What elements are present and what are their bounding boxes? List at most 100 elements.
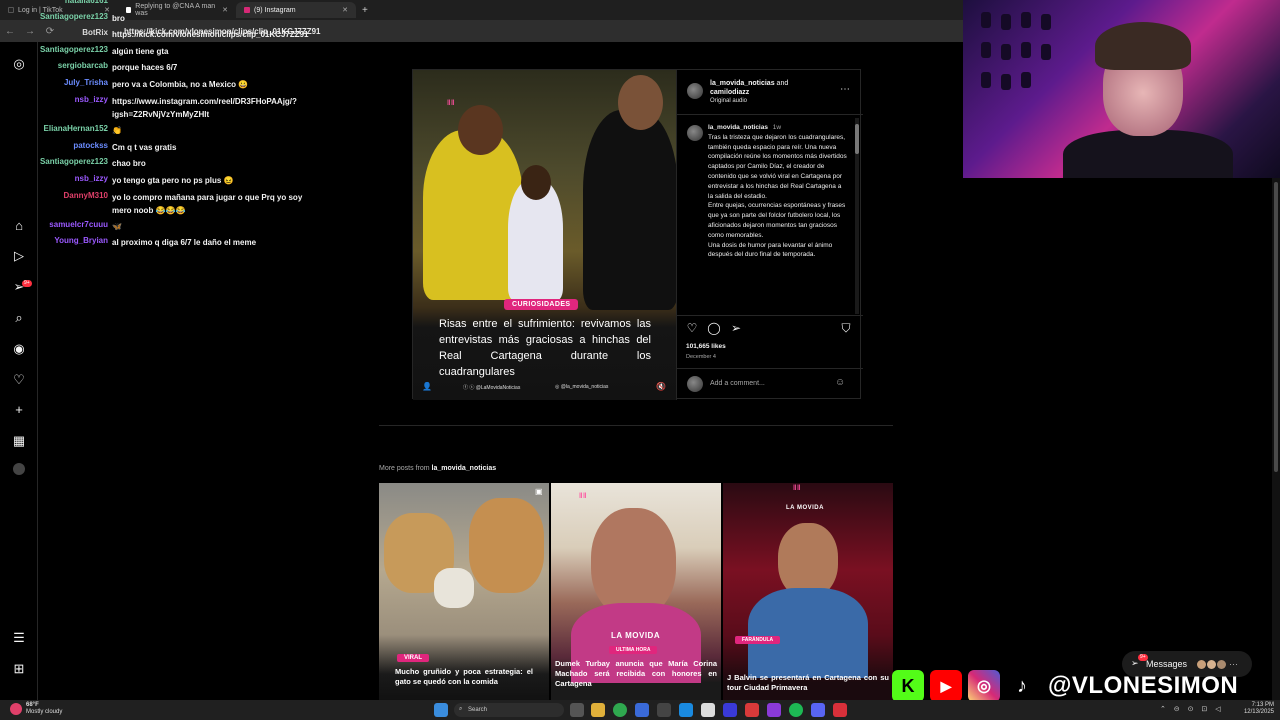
chat-username[interactable]: nsb_izzy (0, 95, 108, 121)
create-icon[interactable]: + (11, 402, 27, 418)
app-icon-5[interactable] (723, 703, 737, 717)
close-tab-icon[interactable]: ✕ (222, 6, 228, 14)
reels-icon[interactable]: ▷ (11, 248, 27, 264)
notifications-heart-icon[interactable]: ♡ (11, 372, 27, 388)
chat-text: chao bro (112, 159, 146, 168)
post-actions: ♡ ◯ ➢ ⛉ 101,665 likes December 4 (677, 315, 863, 365)
tile-brand: LA MOVIDA (786, 505, 824, 511)
chat-username[interactable]: Young_Bryian (0, 236, 108, 249)
tile-caption: J Balvin se presentará en Cartagena con … (727, 673, 889, 692)
audio-label[interactable]: Original audio (710, 98, 747, 104)
windows-taskbar: 68°F Mostly cloudy ⌕ Search ⌃ ⊝ ⊙ ⊡ ◁ 7:… (0, 700, 1280, 720)
save-icon[interactable]: ⛉ (839, 321, 853, 335)
spotify-icon[interactable] (789, 703, 803, 717)
chat-text: al proximo q diga 6/7 le daño el meme (112, 238, 257, 247)
chat-message: BotRix https://kick.com/vlonesimon/clips/… (0, 28, 308, 41)
caption-avatar[interactable] (687, 125, 703, 141)
taskbar-search[interactable]: ⌕ Search (454, 703, 564, 717)
system-tray-icons[interactable]: ⌃ ⊝ ⊙ ⊡ ◁ (1160, 705, 1224, 713)
task-view-icon[interactable] (570, 703, 584, 717)
chat-username[interactable]: sergiobarcab (0, 61, 108, 74)
page-scroll-thumb[interactable] (1274, 182, 1278, 472)
la-movida-logo-icon: ǁǁ (579, 493, 587, 500)
fan-head (458, 105, 503, 155)
caption-scroll-thumb[interactable] (855, 124, 859, 154)
reel-video[interactable]: ǁǁ CURIOSIDADES Risas entre el sufrimien… (413, 70, 676, 400)
category-tag: CURIOSIDADES (504, 299, 579, 310)
mute-icon[interactable]: 🔇 (656, 382, 666, 392)
discord-icon[interactable] (811, 703, 825, 717)
chat-username[interactable]: BotRix (0, 28, 108, 41)
browser-tab-strip: Log in | TikTok ✕ Replying to @CNA A man… (0, 0, 963, 20)
app-icon-8[interactable] (833, 703, 847, 717)
chrome-icon[interactable] (613, 703, 627, 717)
chat-username[interactable]: July_Trisha (0, 78, 108, 91)
more-post-tile[interactable]: ǁǁ LA MOVIDA FARÁNDULA J Balvin se prese… (723, 483, 893, 700)
interviewer (583, 110, 676, 310)
singer-shirt (748, 588, 868, 678)
like-count[interactable]: 101,665 likes (686, 343, 726, 350)
search-icon[interactable]: ⌕ (11, 310, 27, 326)
chat-username[interactable]: DannyM310 (0, 191, 108, 217)
instagram-favicon-icon (244, 7, 250, 13)
caption-author[interactable]: la_movida_noticias (708, 124, 768, 131)
comment-icon[interactable]: ◯ (707, 321, 721, 335)
app-icon-6[interactable] (745, 703, 759, 717)
tab-x-reply[interactable]: Replying to @CNA A man was ✕ (118, 2, 236, 18)
more-posts-account[interactable]: la_movida_noticias (432, 465, 497, 472)
webcam-feed (963, 0, 1280, 178)
weather-widget[interactable]: 68°F Mostly cloudy (26, 702, 62, 716)
more-post-tile[interactable]: ▣ VIRAL Mucho gruñido y poca estrategia:… (379, 483, 549, 700)
search-icon: ⌕ (459, 706, 463, 712)
chat-username[interactable]: Santiagoperez123 (0, 157, 108, 170)
app-icon-2[interactable] (657, 703, 671, 717)
profile-avatar[interactable] (13, 463, 25, 475)
chat-message: nsb_izzy https://www.instagram.com/reel/D… (0, 95, 312, 121)
caption-scrollbar[interactable] (855, 118, 859, 314)
author-name[interactable]: la_movida_noticias (710, 80, 775, 87)
more-menu-icon[interactable]: ☰ (11, 630, 27, 646)
emoji-icon[interactable]: ☺ (835, 377, 845, 388)
chat-message: natalia6161 (0, 0, 112, 5)
instagram-handle: ◎ @la_movida_noticias (555, 384, 609, 390)
wall-display (981, 12, 1071, 112)
app-icon-7[interactable] (767, 703, 781, 717)
coauthor-name[interactable]: camilodiazz (710, 89, 749, 96)
app-icon-4[interactable] (701, 703, 715, 717)
chat-message: Santiagoperez123 bro (0, 12, 125, 25)
app-icon-1[interactable] (635, 703, 649, 717)
explore-icon[interactable]: ◉ (11, 341, 27, 357)
chat-username[interactable]: Santiagoperez123 (0, 45, 108, 58)
close-tab-icon[interactable]: ✕ (342, 6, 348, 14)
author-avatar[interactable] (687, 83, 703, 99)
chat-message: nsb_izzy yo tengo gta pero no ps plus 😖 (0, 174, 234, 187)
chat-text: pero va a Colombia, no a Mexico 😀 (112, 80, 249, 89)
new-tab-icon[interactable]: + (362, 5, 368, 16)
la-movida-logo-icon: ǁǁ (447, 100, 455, 107)
comment-input[interactable]: Add a comment... (710, 380, 765, 387)
caption-paragraph-1: Tras la tristeza que dejaron los cuadran… (708, 133, 847, 200)
tagged-users-icon[interactable]: 👤 (422, 382, 432, 392)
facebook-handle: ⓕ ⓣ @LaMovidaNoticias (463, 385, 521, 391)
more-icon: ⋯ (1229, 658, 1239, 669)
app-icon-3[interactable] (679, 703, 693, 717)
start-windows-icon[interactable] (434, 703, 448, 717)
messages-label: Messages (1146, 659, 1188, 669)
chat-username[interactable]: Santiagoperez123 (0, 12, 108, 25)
more-post-tile[interactable]: ǁǁ LA MOVIDA ULTIMA HORA Dumek Turbay an… (551, 483, 721, 700)
like-icon[interactable]: ♡ (685, 321, 699, 335)
more-options-icon[interactable]: ⋯ (840, 84, 850, 95)
weather-icon (10, 703, 22, 715)
tab-instagram[interactable]: (9) Instagram ✕ (236, 2, 356, 18)
dashboard-icon[interactable]: ▦ (11, 433, 27, 449)
tiktok-logo-icon: ♪ (1017, 674, 1027, 697)
chat-username[interactable]: natalia6161 (0, 0, 108, 5)
chat-username[interactable]: samuelcr7cuuu (0, 220, 108, 233)
chat-username[interactable]: patockss (0, 141, 108, 154)
chat-username[interactable]: nsb_izzy (0, 174, 108, 187)
file-explorer-icon[interactable] (591, 703, 605, 717)
also-from-meta-icon[interactable]: ⊞ (11, 661, 27, 677)
clock[interactable]: 7:13 PM 12/13/2025 (1238, 702, 1274, 716)
share-icon[interactable]: ➢ (729, 321, 743, 335)
chat-username[interactable]: ElianaHernan152 (0, 124, 108, 137)
